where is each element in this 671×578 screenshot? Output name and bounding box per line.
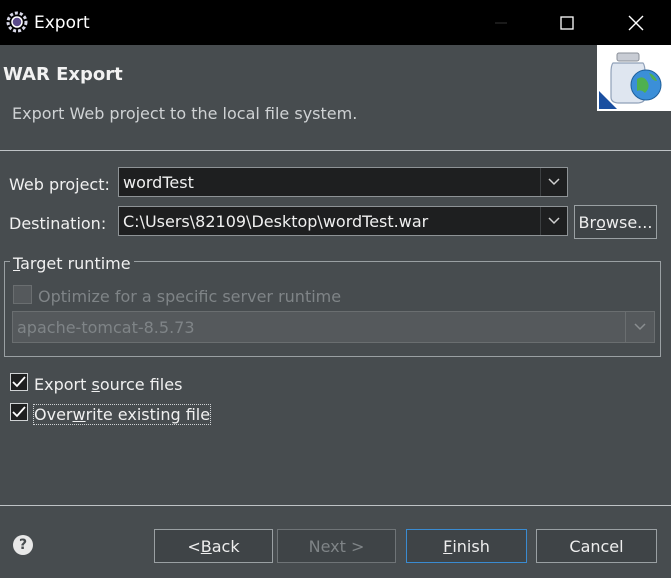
destination-value: C:\Users\82109\Desktop\wordTest.war bbox=[123, 212, 429, 231]
browse-label-post: wse... bbox=[605, 212, 653, 232]
optimize-runtime-checkbox[interactable] bbox=[13, 285, 32, 304]
checkmark-icon bbox=[12, 406, 26, 418]
optimize-runtime-label: Optimize for a specific server runtime bbox=[38, 287, 342, 306]
runtime-combo[interactable]: apache-tomcat-8.5.73 bbox=[12, 311, 655, 343]
browse-label-pre: Br bbox=[578, 212, 597, 232]
minimize-icon bbox=[495, 22, 507, 23]
chevron-down-icon[interactable] bbox=[540, 168, 567, 196]
runtime-value: apache-tomcat-8.5.73 bbox=[17, 318, 195, 337]
wizard-header: WAR Export Export Web project to the loc… bbox=[0, 45, 671, 149]
back-label-mnemonic: B bbox=[200, 536, 212, 556]
finish-label-mnemonic: F bbox=[443, 536, 453, 556]
back-label-post: ack bbox=[211, 536, 240, 556]
back-button[interactable]: < Back bbox=[154, 529, 273, 563]
browse-button[interactable]: Br o wse... bbox=[574, 205, 657, 239]
export-source-post: ource files bbox=[99, 375, 183, 394]
web-project-label: Web project: bbox=[9, 175, 110, 194]
export-source-pre: Export bbox=[34, 375, 92, 394]
export-source-checkbox[interactable] bbox=[10, 373, 28, 391]
target-runtime-title-rest: arget runtime bbox=[20, 254, 131, 273]
export-source-mnemonic: s bbox=[91, 375, 100, 394]
close-icon bbox=[628, 15, 644, 30]
eclipse-gear-icon bbox=[6, 11, 28, 33]
destination-label: Destination: bbox=[9, 214, 107, 233]
back-label-pre: < bbox=[187, 536, 201, 556]
destination-combo[interactable]: C:\Users\82109\Desktop\wordTest.war bbox=[118, 206, 568, 236]
help-icon[interactable]: ? bbox=[13, 535, 33, 555]
overwrite-checkbox[interactable] bbox=[10, 403, 28, 421]
wizard-banner-image bbox=[597, 45, 671, 111]
next-button[interactable]: Next > bbox=[277, 529, 396, 563]
overwrite-mnemonic: w bbox=[72, 405, 86, 424]
browse-label-mnemonic: o bbox=[596, 212, 606, 232]
target-runtime-title: Target runtime bbox=[10, 254, 134, 273]
overwrite-pre: Over bbox=[34, 405, 73, 424]
overwrite-label: Overwrite existing file bbox=[32, 404, 212, 425]
web-project-combo[interactable]: wordTest bbox=[118, 167, 568, 197]
title-bar: Export bbox=[0, 0, 671, 45]
chevron-down-icon[interactable] bbox=[625, 312, 654, 342]
finish-button[interactable]: Finish bbox=[406, 529, 527, 563]
page-title: WAR Export bbox=[3, 64, 123, 85]
window-title: Export bbox=[34, 13, 90, 33]
finish-label-post: inish bbox=[452, 536, 490, 556]
chevron-down-icon[interactable] bbox=[540, 207, 567, 235]
footer-separator bbox=[0, 505, 671, 506]
war-jar-globe-icon bbox=[599, 52, 662, 109]
maximize-button[interactable] bbox=[532, 0, 602, 45]
cancel-button[interactable]: Cancel bbox=[536, 529, 657, 563]
checkmark-icon bbox=[12, 376, 26, 388]
minimize-button[interactable] bbox=[466, 0, 536, 45]
header-separator bbox=[0, 150, 671, 151]
close-button[interactable] bbox=[601, 0, 671, 45]
export-source-label: Export source files bbox=[34, 375, 182, 394]
page-description: Export Web project to the local file sys… bbox=[12, 104, 358, 123]
maximize-icon bbox=[560, 15, 574, 30]
overwrite-post: rite existing file bbox=[85, 405, 211, 424]
web-project-value: wordTest bbox=[123, 173, 194, 192]
